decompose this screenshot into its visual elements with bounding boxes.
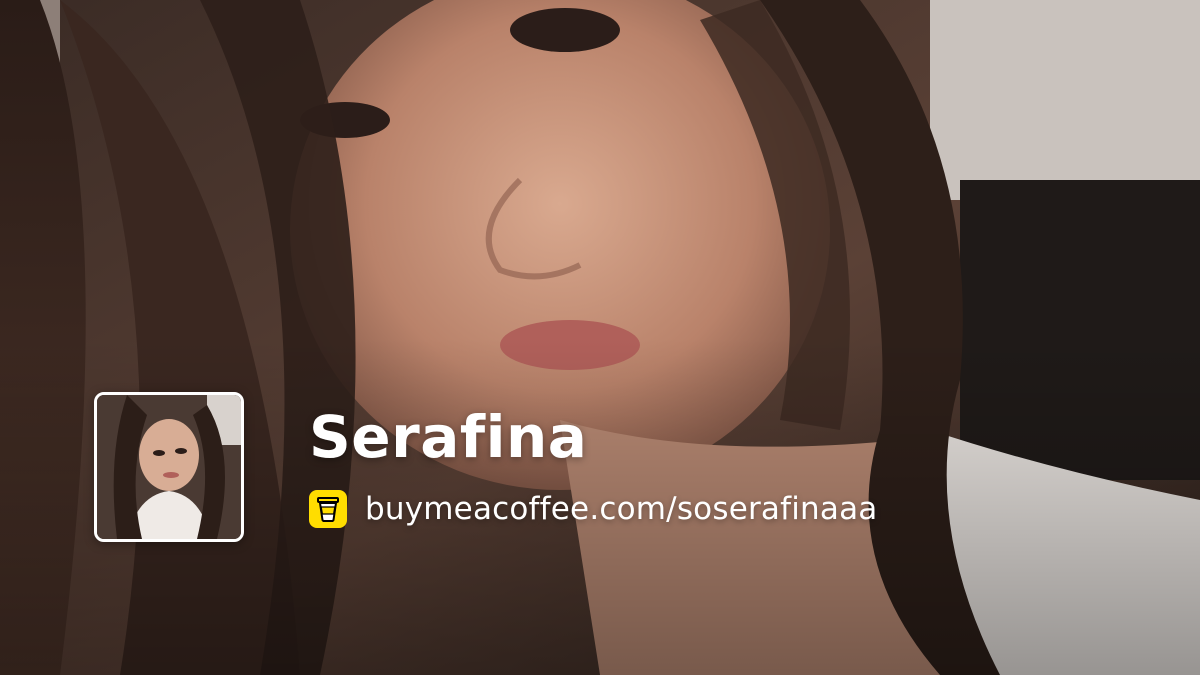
coffee-cup-icon xyxy=(309,490,347,528)
profile-url[interactable]: buymeacoffee.com/soserafinaaa xyxy=(365,491,877,527)
cover-photo xyxy=(0,0,1200,675)
profile-share-card: Serafina buymeacoffee.com/soserafinaaa xyxy=(0,0,1200,675)
avatar[interactable] xyxy=(94,392,244,542)
profile-link[interactable]: buymeacoffee.com/soserafinaaa xyxy=(309,488,877,530)
creator-name: Serafina xyxy=(309,403,588,471)
